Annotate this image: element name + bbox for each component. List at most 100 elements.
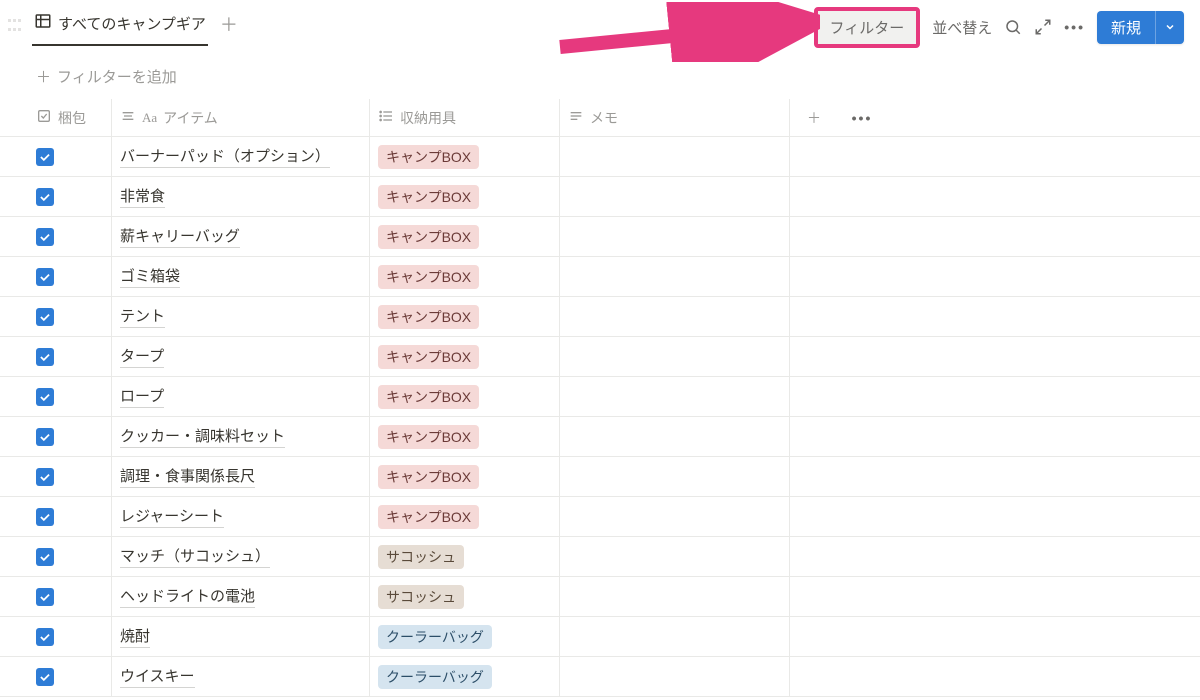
table-row[interactable]: レジャーシート キャンプBOX	[0, 497, 1200, 537]
cell-item[interactable]: レジャーシート	[112, 497, 370, 536]
checkbox-checked[interactable]	[36, 348, 54, 366]
cell-item[interactable]: ウイスキー	[112, 657, 370, 696]
checkbox-checked[interactable]	[36, 468, 54, 486]
cell-item[interactable]: 非常食	[112, 177, 370, 216]
cell-item[interactable]: テント	[112, 297, 370, 336]
checkbox-checked[interactable]	[36, 428, 54, 446]
table-row[interactable]: ヘッドライトの電池 サコッシュ	[0, 577, 1200, 617]
cell-storage[interactable]: キャンプBOX	[370, 457, 560, 496]
cell-packed[interactable]	[0, 177, 112, 216]
cell-storage[interactable]: キャンプBOX	[370, 337, 560, 376]
cell-storage[interactable]: キャンプBOX	[370, 297, 560, 336]
checkbox-checked[interactable]	[36, 508, 54, 526]
drag-handle-icon[interactable]	[8, 19, 24, 35]
checkbox-checked[interactable]	[36, 148, 54, 166]
table-row[interactable]: 焼酎 クーラーバッグ	[0, 617, 1200, 657]
cell-memo[interactable]	[560, 657, 790, 696]
checkbox-checked[interactable]	[36, 228, 54, 246]
cell-memo[interactable]	[560, 177, 790, 216]
column-more-icon[interactable]: •••	[838, 99, 886, 136]
cell-storage[interactable]: キャンプBOX	[370, 417, 560, 456]
cell-memo[interactable]	[560, 497, 790, 536]
cell-item[interactable]: ゴミ箱袋	[112, 257, 370, 296]
checkbox-checked[interactable]	[36, 628, 54, 646]
cell-memo[interactable]	[560, 297, 790, 336]
table-row[interactable]: 非常食 キャンプBOX	[0, 177, 1200, 217]
cell-memo[interactable]	[560, 577, 790, 616]
cell-packed[interactable]	[0, 497, 112, 536]
cell-packed[interactable]	[0, 137, 112, 176]
cell-storage[interactable]: サコッシュ	[370, 577, 560, 616]
cell-item[interactable]: クッカー・調味料セット	[112, 417, 370, 456]
add-column-button[interactable]: ＋	[790, 99, 838, 136]
table-row[interactable]: クッカー・調味料セット キャンプBOX	[0, 417, 1200, 457]
search-icon[interactable]	[1004, 18, 1022, 36]
filter-button[interactable]: フィルター	[814, 7, 921, 48]
checkbox-checked[interactable]	[36, 548, 54, 566]
cell-packed[interactable]	[0, 257, 112, 296]
cell-packed[interactable]	[0, 377, 112, 416]
cell-memo[interactable]	[560, 337, 790, 376]
cell-item[interactable]: 薪キャリーバッグ	[112, 217, 370, 256]
table-row[interactable]: タープ キャンプBOX	[0, 337, 1200, 377]
cell-memo[interactable]	[560, 377, 790, 416]
cell-storage[interactable]: キャンプBOX	[370, 497, 560, 536]
cell-item[interactable]: ロープ	[112, 377, 370, 416]
table-row[interactable]: ウイスキー クーラーバッグ	[0, 657, 1200, 697]
cell-item[interactable]: ヘッドライトの電池	[112, 577, 370, 616]
cell-memo[interactable]	[560, 457, 790, 496]
column-header-item[interactable]: Aa アイテム	[112, 99, 370, 136]
cell-memo[interactable]	[560, 257, 790, 296]
checkbox-checked[interactable]	[36, 268, 54, 286]
cell-storage[interactable]: キャンプBOX	[370, 137, 560, 176]
cell-memo[interactable]	[560, 137, 790, 176]
cell-storage[interactable]: キャンプBOX	[370, 377, 560, 416]
checkbox-checked[interactable]	[36, 188, 54, 206]
more-icon[interactable]: •••	[1064, 19, 1085, 35]
cell-packed[interactable]	[0, 537, 112, 576]
expand-icon[interactable]	[1034, 18, 1052, 36]
sort-button[interactable]: 並べ替え	[932, 17, 992, 38]
add-view-button[interactable]: ＋	[220, 11, 238, 43]
new-button[interactable]: 新規	[1097, 11, 1184, 44]
cell-packed[interactable]	[0, 457, 112, 496]
table-row[interactable]: ゴミ箱袋 キャンプBOX	[0, 257, 1200, 297]
checkbox-checked[interactable]	[36, 588, 54, 606]
checkbox-checked[interactable]	[36, 668, 54, 686]
cell-memo[interactable]	[560, 217, 790, 256]
cell-packed[interactable]	[0, 217, 112, 256]
cell-packed[interactable]	[0, 417, 112, 456]
cell-packed[interactable]	[0, 617, 112, 656]
cell-item[interactable]: タープ	[112, 337, 370, 376]
cell-packed[interactable]	[0, 297, 112, 336]
checkbox-checked[interactable]	[36, 308, 54, 326]
cell-item[interactable]: 調理・食事関係長尺	[112, 457, 370, 496]
cell-storage[interactable]: キャンプBOX	[370, 257, 560, 296]
column-header-packed[interactable]: 梱包	[0, 99, 112, 136]
column-header-storage[interactable]: 収納用具	[370, 99, 560, 136]
checkbox-checked[interactable]	[36, 388, 54, 406]
cell-item[interactable]: 焼酎	[112, 617, 370, 656]
cell-memo[interactable]	[560, 617, 790, 656]
chevron-down-icon[interactable]	[1155, 11, 1184, 44]
cell-item[interactable]: バーナーパッド（オプション）	[112, 137, 370, 176]
cell-storage[interactable]: キャンプBOX	[370, 217, 560, 256]
tab-all-camp-gear[interactable]: すべてのキャンプギア	[32, 8, 208, 46]
cell-storage[interactable]: サコッシュ	[370, 537, 560, 576]
cell-packed[interactable]	[0, 577, 112, 616]
table-row[interactable]: マッチ（サコッシュ） サコッシュ	[0, 537, 1200, 577]
cell-memo[interactable]	[560, 537, 790, 576]
cell-memo[interactable]	[560, 417, 790, 456]
cell-storage[interactable]: キャンプBOX	[370, 177, 560, 216]
cell-packed[interactable]	[0, 337, 112, 376]
add-filter-button[interactable]: ＋ フィルターを追加	[0, 48, 1200, 99]
cell-item[interactable]: マッチ（サコッシュ）	[112, 537, 370, 576]
table-row[interactable]: テント キャンプBOX	[0, 297, 1200, 337]
cell-packed[interactable]	[0, 657, 112, 696]
cell-storage[interactable]: クーラーバッグ	[370, 617, 560, 656]
table-row[interactable]: ロープ キャンプBOX	[0, 377, 1200, 417]
column-header-memo[interactable]: メモ	[560, 99, 790, 136]
table-row[interactable]: 調理・食事関係長尺 キャンプBOX	[0, 457, 1200, 497]
cell-storage[interactable]: クーラーバッグ	[370, 657, 560, 696]
table-row[interactable]: 薪キャリーバッグ キャンプBOX	[0, 217, 1200, 257]
